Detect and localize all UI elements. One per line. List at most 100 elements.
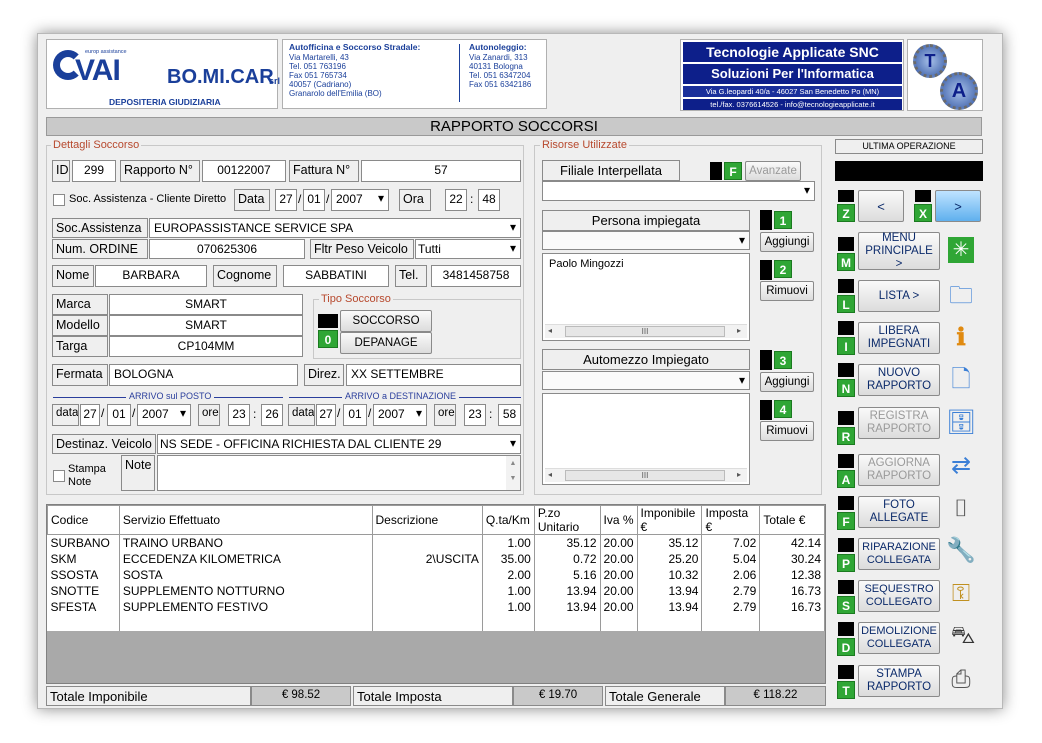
note-scrollbar[interactable]: ▲ ▼ bbox=[506, 456, 520, 490]
ora-minute-field[interactable]: 48 bbox=[478, 189, 500, 211]
save-database-icon[interactable]: 🗄 bbox=[944, 409, 978, 437]
registra-rapporto-button[interactable]: REGISTRA RAPPORTO bbox=[858, 407, 940, 439]
scroll-thumb[interactable]: III bbox=[565, 470, 725, 481]
next-button[interactable]: > bbox=[935, 190, 981, 222]
ap-month-field[interactable]: 01 bbox=[107, 404, 131, 426]
table-row[interactable]: SFESTA SUPPLEMENTO FESTIVO 1.00 13.94 20… bbox=[47, 598, 825, 615]
scroll-left-arrow[interactable]: ◂ bbox=[548, 470, 552, 479]
new-document-icon[interactable]: 🗋 bbox=[944, 366, 978, 394]
col-imposta[interactable]: Imposta € bbox=[701, 505, 761, 535]
data-day-field[interactable]: 27 bbox=[275, 189, 297, 211]
table-row[interactable]: SNOTTE SUPPLEMENTO NOTTURNO 1.00 13.94 2… bbox=[47, 582, 825, 599]
ad-hour-field[interactable]: 23 bbox=[464, 404, 486, 426]
refresh-icon[interactable]: ⇄ bbox=[944, 452, 978, 480]
nuovo-rapporto-button[interactable]: NUOVO RAPPORTO bbox=[858, 364, 940, 396]
table-row-empty[interactable] bbox=[47, 614, 825, 631]
camera-icon[interactable]: ⌷ bbox=[944, 495, 978, 523]
fattura-field[interactable]: 57 bbox=[361, 160, 521, 182]
sequestro-collegato-button[interactable]: SEQUESTRO COLLEGATO bbox=[858, 580, 940, 612]
col-qta[interactable]: Q.ta/Km bbox=[481, 505, 535, 535]
riparazione-collegata-button[interactable]: RIPARAZIONE COLLEGATA bbox=[858, 538, 940, 570]
wrench-icon[interactable]: 🔧 bbox=[944, 537, 978, 565]
ap-day-field[interactable]: 27 bbox=[80, 404, 100, 426]
destinaz-dropdown[interactable]: NS SEDE - OFFICINA RICHIESTA DAL CLIENTE… bbox=[157, 434, 521, 454]
col-iva[interactable]: Iva % bbox=[599, 505, 638, 535]
direz-field[interactable]: XX SETTEMBRE bbox=[346, 364, 521, 386]
data-month-field[interactable]: 01 bbox=[303, 189, 325, 211]
col-imponibile[interactable]: Imponibile € bbox=[636, 505, 703, 535]
automezzo-hscroll[interactable]: ◂ III ▸ bbox=[545, 468, 747, 482]
filiale-dropdown[interactable] bbox=[542, 181, 815, 201]
automezzo-rimuovi-button[interactable]: Rimuovi bbox=[760, 421, 814, 441]
ora-hour-field[interactable]: 22 bbox=[445, 189, 467, 211]
printer-icon[interactable]: ⎙ bbox=[944, 666, 978, 694]
table-row[interactable]: SSOSTA SOSTA 2.00 5.16 20.00 10.32 2.06 … bbox=[47, 566, 825, 583]
avanzate-button[interactable]: Avanzate bbox=[745, 161, 801, 181]
persona-list[interactable]: Paolo Mingozzi ◂ III ▸ bbox=[542, 253, 750, 341]
rapporto-field[interactable]: 00122007 bbox=[202, 160, 286, 182]
ap-hour-field[interactable]: 23 bbox=[228, 404, 250, 426]
ap-year-dropdown[interactable]: 2007 bbox=[137, 404, 191, 426]
persona-rimuovi-button[interactable]: Rimuovi bbox=[760, 281, 814, 301]
prev-button[interactable]: < bbox=[858, 190, 904, 222]
scroll-right-arrow[interactable]: ▸ bbox=[737, 470, 741, 479]
marca-field[interactable]: SMART bbox=[109, 294, 303, 315]
targa-field[interactable]: CP104MM bbox=[109, 336, 303, 357]
keys-icon[interactable]: ⚿ bbox=[944, 580, 978, 608]
col-totale[interactable]: Totale € bbox=[759, 505, 825, 535]
lista-button[interactable]: LISTA > bbox=[858, 280, 940, 312]
nome-field[interactable]: BARBARA bbox=[95, 265, 207, 287]
automezzo-aggiungi-button[interactable]: Aggiungi bbox=[760, 372, 814, 392]
persona-list-item[interactable]: Paolo Mingozzi bbox=[549, 258, 624, 270]
data-year-dropdown[interactable]: 2007 bbox=[331, 189, 389, 211]
info-person-icon[interactable]: ℹ bbox=[944, 324, 978, 352]
automezzo-dropdown[interactable] bbox=[542, 371, 750, 390]
folder-icon[interactable]: 🗀 bbox=[944, 282, 978, 310]
demolizione-collegata-button[interactable]: DEMOLIZIONE COLLEGATA bbox=[858, 622, 940, 654]
scroll-thumb[interactable]: III bbox=[565, 326, 725, 337]
crushed-car-icon[interactable]: ⛍ bbox=[946, 622, 980, 650]
ad-day-field[interactable]: 27 bbox=[316, 404, 336, 426]
col-codice[interactable]: Codice bbox=[47, 505, 120, 535]
scroll-left-arrow[interactable]: ◂ bbox=[548, 326, 552, 335]
ap-min-field[interactable]: 26 bbox=[261, 404, 283, 426]
ora-colon: : bbox=[470, 192, 474, 206]
num-ordine-field[interactable]: 070625306 bbox=[149, 239, 305, 259]
modello-field[interactable]: SMART bbox=[109, 315, 303, 336]
fermata-field[interactable]: BOLOGNA bbox=[109, 364, 298, 386]
persona-hscroll[interactable]: ◂ III ▸ bbox=[545, 324, 747, 338]
fltr-peso-dropdown[interactable]: Tutti bbox=[415, 239, 521, 259]
tel-field[interactable]: 3481458758 bbox=[431, 265, 521, 287]
libera-impegnati-button[interactable]: LIBERA IMPEGNATI bbox=[858, 322, 940, 354]
id-field[interactable]: 299 bbox=[72, 160, 116, 182]
cliente-diretto-checkbox[interactable] bbox=[53, 194, 65, 206]
r-code-badge: R bbox=[837, 427, 855, 445]
ad-min-field[interactable]: 58 bbox=[498, 404, 521, 426]
table-row[interactable]: SKM ECCEDENZA KILOMETRICA 2\USCITA 35.00… bbox=[47, 550, 825, 567]
ad-year-dropdown[interactable]: 2007 bbox=[373, 404, 427, 426]
depositeria-text: DEPOSITERIA GIUDIZIARIA bbox=[109, 97, 221, 107]
scroll-right-arrow[interactable]: ▸ bbox=[737, 326, 741, 335]
totale-generale-label: Totale Generale bbox=[605, 686, 725, 706]
cell-prezzo: 13.94 bbox=[534, 598, 601, 615]
menu-principale-button[interactable]: MENU PRINCIPALE > bbox=[858, 232, 940, 270]
stampa-note-checkbox[interactable] bbox=[53, 470, 65, 482]
menu-star-icon[interactable]: ✳ bbox=[948, 237, 974, 263]
persona-dropdown[interactable] bbox=[542, 231, 750, 250]
col-servizio[interactable]: Servizio Effettuato bbox=[118, 505, 373, 535]
ad-month-field[interactable]: 01 bbox=[343, 404, 367, 426]
note-textarea[interactable] bbox=[157, 455, 521, 491]
stampa-rapporto-button[interactable]: STAMPA RAPPORTO bbox=[858, 665, 940, 697]
foto-allegate-button[interactable]: FOTO ALLEGATE bbox=[858, 496, 940, 528]
automezzo-list[interactable]: ◂ III ▸ bbox=[542, 393, 750, 485]
soc-assistenza-dropdown[interactable]: EUROPASSISTANCE SERVICE SPA bbox=[149, 218, 521, 238]
soccorso-button[interactable]: SOCCORSO bbox=[340, 310, 432, 332]
cognome-field[interactable]: SABBATINI bbox=[283, 265, 389, 287]
company-tagline: Soluzioni Per l'Informatica bbox=[683, 64, 902, 84]
col-descrizione[interactable]: Descrizione bbox=[371, 505, 483, 535]
persona-aggiungi-button[interactable]: Aggiungi bbox=[760, 232, 814, 252]
table-row[interactable]: SURBANO TRAINO URBANO 1.00 35.12 20.00 3… bbox=[47, 534, 825, 551]
depanage-button[interactable]: DEPANAGE bbox=[340, 332, 432, 354]
aggiorna-rapporto-button[interactable]: AGGIORNA RAPPORTO bbox=[858, 454, 940, 486]
col-prezzo[interactable]: P.zo Unitario bbox=[533, 505, 601, 535]
